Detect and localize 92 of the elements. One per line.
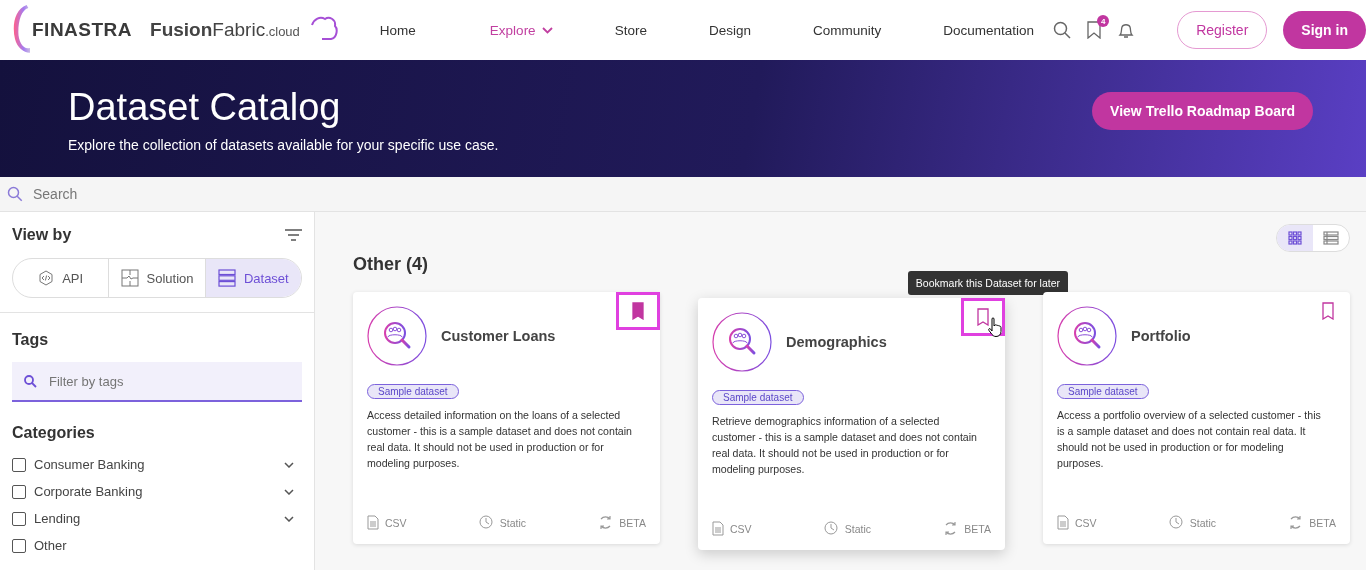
dataset-search-icon: [1057, 306, 1117, 366]
chevron-down-icon[interactable]: [284, 461, 294, 468]
chevron-down-icon[interactable]: [284, 515, 294, 522]
nav-link[interactable]: Explore: [489, 22, 553, 38]
frequency-label: Static: [499, 516, 527, 529]
section-title: Categories: [12, 424, 96, 442]
list-view-icon: [1323, 231, 1339, 245]
roadmap-button[interactable]: View Trello Roadmap Board: [1092, 91, 1313, 130]
frequency-label: Static: [844, 522, 872, 535]
document-icon: [712, 521, 724, 536]
card-description: Access a portfolio overview of a selected customer - this is a sample dataset and does not contain real data. It should not be used in production or for modeling purposes.: [1057, 408, 1322, 471]
search-icon: [7, 186, 23, 202]
status-label: BETA: [964, 522, 991, 535]
bookmark-icon[interactable]: [1087, 21, 1102, 39]
page-title: Dataset Catalog: [68, 84, 342, 129]
tag-filter-input[interactable]: Filter by tags: [47, 372, 290, 390]
checkbox[interactable]: [12, 511, 26, 526]
dataset-search-icon: [712, 312, 772, 372]
clock-icon: [823, 521, 839, 536]
view-tab[interactable]: Dataset: [205, 259, 301, 297]
tab-label: Dataset: [243, 270, 289, 286]
notification-badge: 4: [1097, 15, 1110, 27]
hand-cursor-icon: [988, 317, 1002, 337]
finastra-logo: FINASTRA: [32, 19, 133, 41]
bookmark-filled-icon[interactable]: [632, 302, 644, 320]
category-label: Lending: [34, 511, 81, 526]
card-description: Access detailed information on the loans of a selected customer - this is a sample dataset and does not contain real data. It should not be used in production or for modeling purposes.: [367, 408, 633, 471]
layout-toggle[interactable]: [1277, 225, 1313, 251]
status-label: BETA: [1309, 516, 1336, 529]
format-label: CSV: [1075, 516, 1097, 529]
category-label: Other: [34, 538, 67, 553]
section-title: Tags: [12, 331, 50, 349]
tag-filter-field[interactable]: Filter by tags: [12, 362, 302, 402]
tag-chip: Sample dataset: [1057, 384, 1149, 399]
code-hexagon-icon: [38, 270, 55, 286]
category-row[interactable]: Consumer Banking: [12, 456, 302, 473]
clock-icon: [478, 515, 494, 530]
server-stack-icon: [217, 269, 236, 287]
category-row[interactable]: Other: [12, 537, 302, 554]
search-icon[interactable]: [1053, 21, 1072, 39]
nav-link[interactable]: Store: [614, 22, 647, 38]
cycle-arrows-icon: [1288, 515, 1304, 530]
puzzle-icon: [120, 269, 139, 287]
filter-icon[interactable]: [285, 229, 302, 241]
card-description: Retrieve demographics information of a selected customer - this is a sample dataset and does not contain real data. It should not be used in production or for modeling purposes.: [712, 414, 978, 477]
clock-icon: [1168, 515, 1184, 530]
checkbox[interactable]: [12, 457, 26, 472]
bookmark-icon[interactable]: [977, 308, 989, 326]
chevron-down-icon[interactable]: [284, 488, 294, 495]
category-row[interactable]: Lending: [12, 510, 302, 527]
tooltip: Bookmark this Dataset for later: [907, 271, 1068, 295]
bookmark-icon[interactable]: [1322, 302, 1334, 320]
document-icon: [1057, 515, 1069, 530]
grid-view-icon: [1288, 231, 1302, 245]
dataset-search-icon: [367, 306, 427, 366]
search-icon: [24, 374, 37, 388]
section-title: View by: [12, 226, 72, 244]
status-label: BETA: [619, 516, 646, 529]
dataset-card[interactable]: [1043, 292, 1350, 544]
document-icon: [367, 515, 379, 530]
fusionfabric-logo: FusionFabric.cloud: [150, 19, 300, 41]
tab-label: Solution: [146, 270, 194, 286]
dataset-card[interactable]: [353, 292, 660, 544]
nav-link[interactable]: Home: [379, 22, 416, 38]
tag-chip: Sample dataset: [367, 384, 459, 399]
category-label: Corporate Banking: [34, 484, 143, 499]
card-title: Customer Loans: [441, 328, 556, 344]
frequency-label: Static: [1189, 516, 1217, 529]
category-label: Consumer Banking: [34, 457, 145, 472]
page-subtitle: Explore the collection of datasets available for your specific use case.: [68, 136, 499, 153]
tag-chip: Sample dataset: [712, 390, 804, 405]
card-title: Portfolio: [1131, 328, 1191, 344]
view-tab[interactable]: API: [13, 259, 110, 297]
section-heading: Other (4): [353, 254, 429, 275]
nav-link[interactable]: Documentation: [943, 22, 1035, 38]
view-tab[interactable]: Solution: [109, 259, 206, 297]
nav-link[interactable]: Design: [708, 22, 751, 38]
register-button[interactable]: Register: [1177, 11, 1268, 49]
cycle-arrows-icon: [943, 521, 959, 536]
chevron-down-icon: [541, 26, 553, 34]
bell-icon[interactable]: [1117, 21, 1136, 39]
format-label: CSV: [385, 516, 407, 529]
bookmark-button[interactable]: [616, 292, 660, 330]
nav-link[interactable]: Community: [812, 22, 882, 38]
checkbox[interactable]: [12, 484, 26, 499]
card-title: Demographics: [786, 334, 887, 350]
format-label: CSV: [730, 522, 752, 535]
cycle-arrows-icon: [598, 515, 614, 530]
checkbox[interactable]: [12, 538, 26, 553]
tab-label: API: [62, 270, 84, 286]
category-row[interactable]: Corporate Banking: [12, 483, 302, 500]
sign-in-button[interactable]: Sign in: [1283, 11, 1366, 49]
